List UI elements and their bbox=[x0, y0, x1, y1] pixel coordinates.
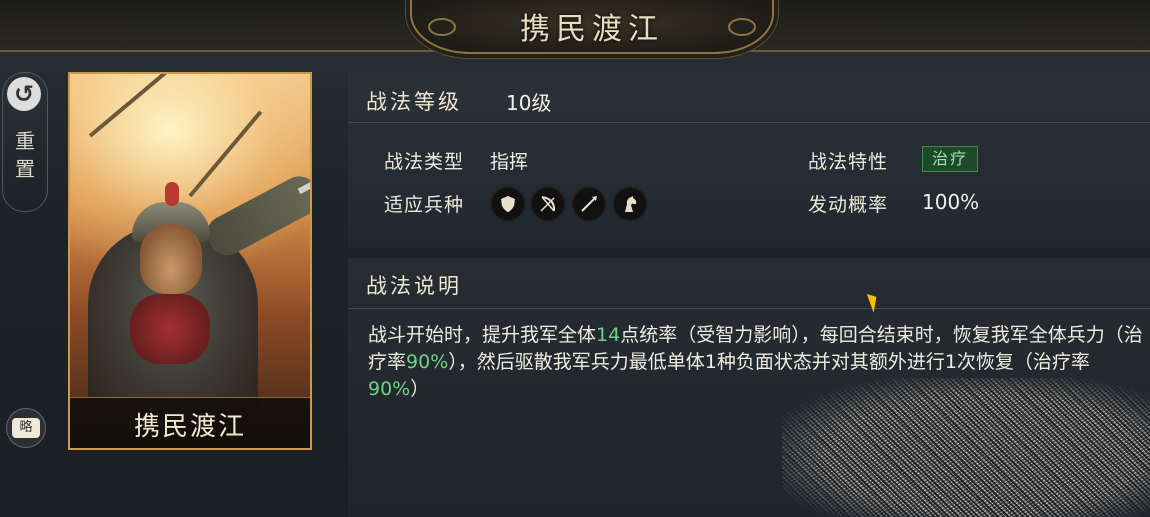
level-label: 战法等级 bbox=[366, 90, 462, 114]
shield-icon bbox=[490, 186, 526, 222]
reset-icon: ↺ bbox=[7, 77, 41, 111]
rate-label: 发动概率 bbox=[808, 194, 889, 216]
trait-badge: 治疗 bbox=[922, 146, 978, 172]
type-label: 战法类型 bbox=[384, 151, 465, 173]
desc-text: ） bbox=[410, 378, 430, 400]
units-label: 适应兵种 bbox=[384, 194, 465, 216]
card-name: 携民渡江 bbox=[133, 412, 246, 442]
trait-label: 战法特性 bbox=[808, 151, 889, 173]
desc-text: ），然后驱散我军兵力最低单体1种负面状态并对其额外进行1次恢复（治疗率 bbox=[448, 351, 1090, 373]
horse-icon bbox=[612, 186, 648, 222]
card-name-bar: 携民渡江 bbox=[70, 397, 310, 448]
page-title: 携民渡江 bbox=[520, 12, 664, 47]
noise-overlay bbox=[782, 378, 1150, 517]
title-plate: 携民渡江 bbox=[410, 0, 774, 54]
rate-value: 100% bbox=[922, 190, 980, 214]
desc-text: 战斗开始时，提升我军全体 bbox=[368, 324, 597, 346]
description-title: 战法说明 bbox=[366, 274, 462, 298]
helmet-plume bbox=[165, 182, 179, 206]
reset-button[interactable]: ↺ 重 置 bbox=[2, 72, 48, 212]
desc-number: 90% bbox=[368, 378, 411, 400]
general-chestplate bbox=[130, 294, 210, 364]
spear-icon bbox=[571, 186, 607, 222]
tactic-info-panel bbox=[348, 72, 1150, 248]
brief-icon: 略 bbox=[12, 418, 40, 438]
brief-button[interactable]: 略 bbox=[6, 408, 46, 448]
type-value: 指挥 bbox=[490, 151, 529, 173]
ornament-right bbox=[728, 18, 756, 36]
ornament-left bbox=[428, 18, 456, 36]
tactic-card: 携民渡江 bbox=[68, 72, 312, 450]
general-face bbox=[140, 224, 202, 294]
reset-label: 重 置 bbox=[15, 129, 35, 181]
divider bbox=[348, 122, 1150, 123]
desc-number: 14 bbox=[596, 324, 621, 346]
top-header: 携民渡江 bbox=[0, 0, 1150, 54]
bow-icon bbox=[530, 186, 566, 222]
divider bbox=[348, 308, 1150, 309]
level-value: 10级 bbox=[506, 91, 552, 115]
desc-number: 90% bbox=[406, 351, 449, 373]
